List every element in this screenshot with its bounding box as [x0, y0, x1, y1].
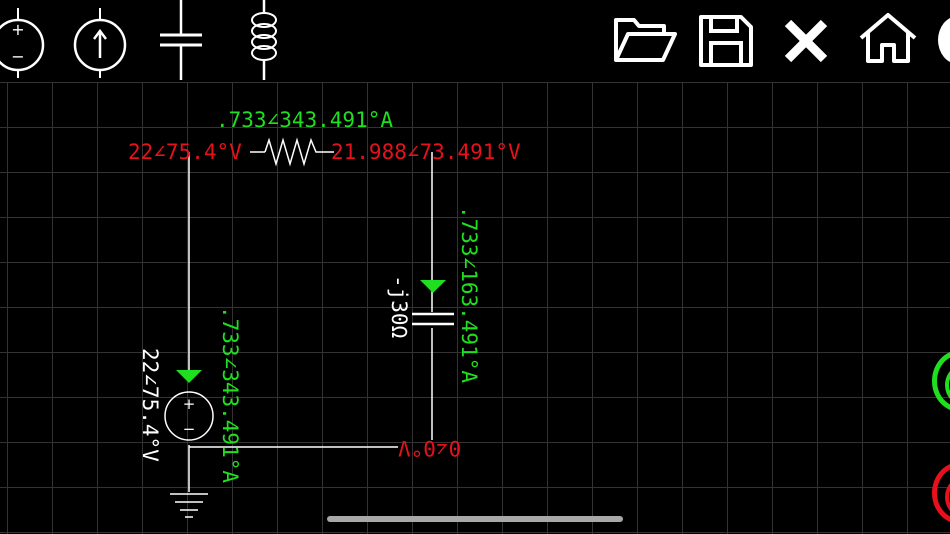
- voltage-source[interactable]: + −: [164, 391, 214, 441]
- svg-text:−: −: [183, 420, 196, 438]
- capacitor[interactable]: [412, 312, 454, 326]
- source-current-label: .733∠343.491°A: [218, 306, 242, 484]
- capacitor-current-arrow: [420, 280, 446, 293]
- ground-node-voltage[interactable]: 0∠0°V: [398, 436, 461, 460]
- svg-text:+: +: [183, 395, 196, 413]
- node-right-voltage[interactable]: 21.988∠73.491°V: [331, 142, 521, 163]
- capacitor-impedance-label: -j30Ω: [387, 275, 411, 339]
- source-voltage-label: 22∠75.4°V: [138, 348, 162, 462]
- node-left-voltage[interactable]: 22∠75.4°V: [128, 142, 242, 163]
- stop-icon: [945, 475, 950, 519]
- resistor-current-label: .733∠343.491°A: [216, 108, 394, 132]
- ground-symbol[interactable]: [170, 493, 208, 518]
- source-current-arrow: [176, 370, 202, 383]
- resistor[interactable]: [264, 137, 320, 167]
- run-icon: [945, 363, 950, 407]
- capacitor-current-label: .733∠163.491°A: [457, 206, 481, 384]
- home-indicator[interactable]: [327, 516, 623, 522]
